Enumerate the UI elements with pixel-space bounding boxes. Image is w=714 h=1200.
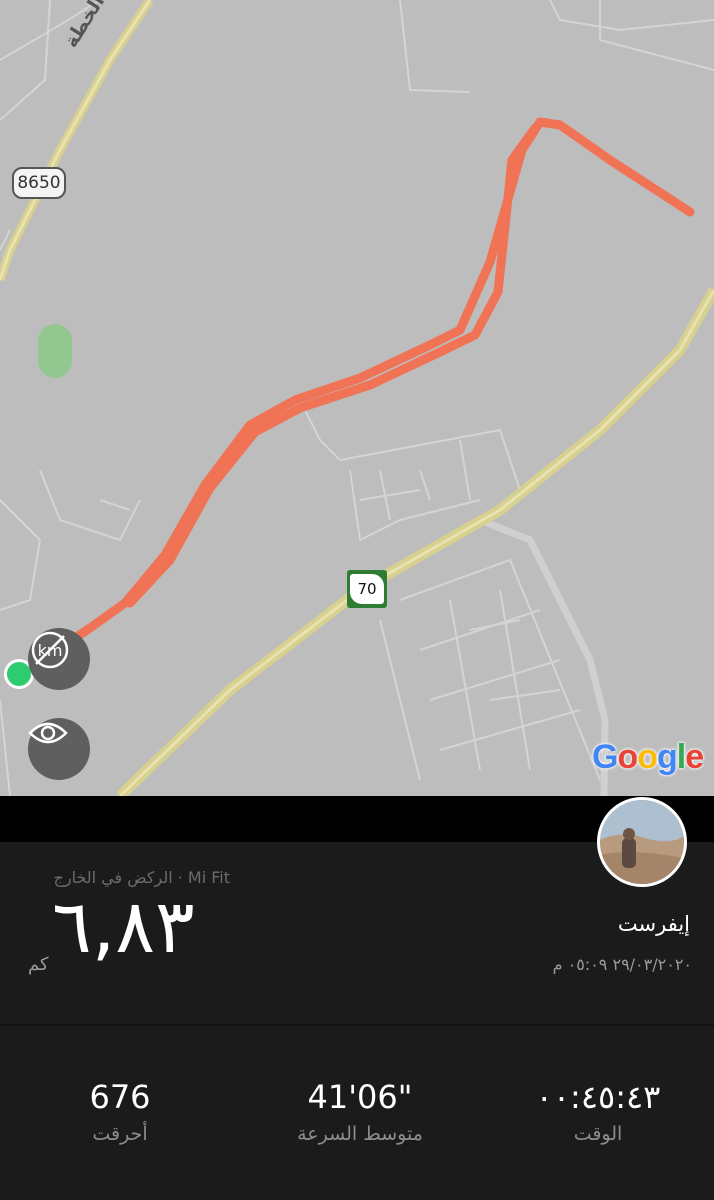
stat-duration: ٠٠:٤٥:٤٣ الوقت xyxy=(488,1078,708,1146)
google-logo-letter: G xyxy=(592,738,618,776)
highway-shield: 70 xyxy=(347,570,387,608)
map-canvas xyxy=(0,0,714,796)
workout-datetime: ٢٩/٠٣/٢٠٢٠ ٠٥:٠٩ م xyxy=(552,955,692,974)
park-area xyxy=(38,324,72,378)
google-logo-letter: o xyxy=(617,738,638,776)
calories-value: 676 xyxy=(89,1078,151,1116)
pace-label: متوسط السرعة xyxy=(297,1123,423,1146)
stat-calories: 676 أحرقت xyxy=(10,1078,230,1146)
duration-value: ٠٠:٤٥:٤٣ xyxy=(535,1078,661,1116)
avatar-photo xyxy=(600,800,684,884)
secondary-road xyxy=(478,516,609,796)
distance-unit: كم xyxy=(28,954,49,975)
minor-streets xyxy=(0,0,714,796)
google-logo-letter: e xyxy=(685,738,704,776)
duration-label: الوقت xyxy=(573,1123,623,1146)
avatar[interactable] xyxy=(597,797,687,887)
stat-pace: 41'06" متوسط السرعة xyxy=(250,1078,470,1146)
visibility-toggle-button[interactable] xyxy=(28,718,90,780)
distance-value: ٦,٨٣ xyxy=(52,884,195,970)
highway-number: 70 xyxy=(350,574,384,604)
route-number-shield: 8650 xyxy=(12,167,66,199)
google-logo-letter: o xyxy=(637,738,658,776)
units-toggle-button[interactable]: km xyxy=(28,628,90,690)
svg-text:km: km xyxy=(38,641,63,660)
map-view[interactable]: طريق الخطة 8650 70 km Google xyxy=(0,0,714,796)
google-logo-letter: g xyxy=(657,738,678,776)
username: إيفرست xyxy=(617,912,690,936)
google-logo-letter: l xyxy=(676,738,687,776)
google-logo: Google xyxy=(592,738,704,777)
calories-label: أحرقت xyxy=(92,1123,148,1146)
stats-panel: 676 أحرقت 41'06" متوسط السرعة ٠٠:٤٥:٤٣ ا… xyxy=(0,1026,714,1200)
pace-value: 41'06" xyxy=(307,1078,413,1116)
